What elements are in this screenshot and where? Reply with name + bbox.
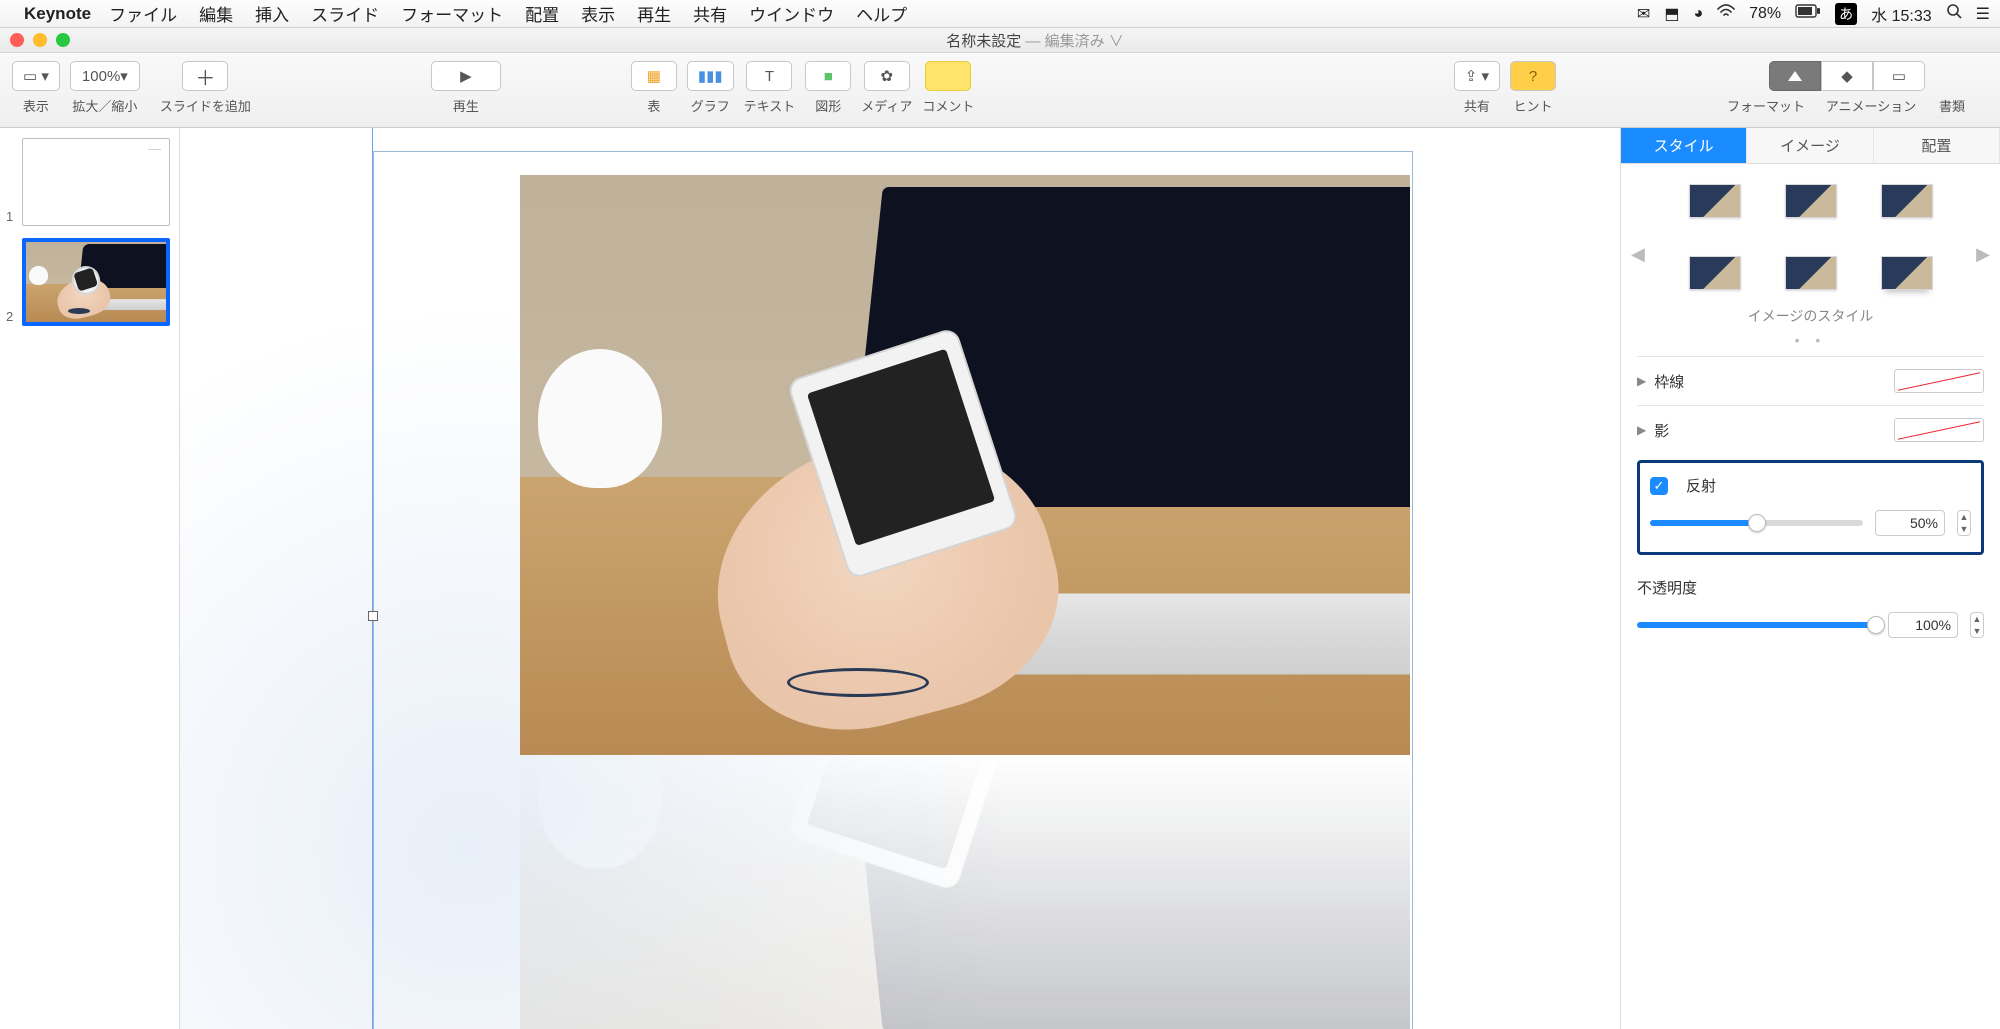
- zoom-button[interactable]: 100% ▾: [70, 61, 140, 91]
- menu-help[interactable]: ヘルプ: [856, 1, 907, 26]
- inspector-tab-arrange[interactable]: 配置: [1874, 128, 2000, 163]
- menu-play[interactable]: 再生: [637, 1, 671, 26]
- share-button[interactable]: ⇪ ▾: [1454, 61, 1500, 91]
- menu-arrange[interactable]: 配置: [525, 1, 559, 26]
- reflection-section-highlight: ✓ 反射 50% ▲▼: [1637, 460, 1984, 555]
- border-none-swatch[interactable]: [1894, 369, 1984, 393]
- disclosure-triangle-icon[interactable]: ▶: [1637, 423, 1646, 437]
- menu-slide[interactable]: スライド: [311, 1, 379, 26]
- reflection-stepper[interactable]: ▲▼: [1957, 510, 1971, 536]
- reflection-value-field[interactable]: 50%: [1875, 510, 1945, 536]
- reflection-checkbox[interactable]: ✓: [1650, 477, 1668, 495]
- window-traffic-lights: [10, 33, 70, 47]
- play-button[interactable]: ▶: [431, 61, 501, 91]
- app-name[interactable]: Keynote: [24, 4, 91, 24]
- disclosure-triangle-icon[interactable]: ▶: [1637, 374, 1646, 388]
- slide-canvas[interactable]: [180, 128, 1620, 1029]
- status-app-icon[interactable]: ◕: [1693, 5, 1703, 23]
- inspector-tab-image[interactable]: イメージ: [1747, 128, 1873, 163]
- image-style-picker: ◀ ▶: [1637, 178, 1984, 294]
- media-button[interactable]: ✿: [864, 61, 910, 91]
- window-titlebar: 名称未設定 — 編集済み ∨: [0, 28, 2000, 53]
- status-wifi-icon[interactable]: [1717, 4, 1735, 23]
- window-close-button[interactable]: [10, 33, 24, 47]
- status-dropbox-icon[interactable]: ⬒: [1664, 4, 1679, 24]
- reflection-slider[interactable]: [1650, 520, 1863, 526]
- menu-share[interactable]: 共有: [693, 1, 727, 26]
- shape-button[interactable]: ■: [805, 61, 851, 91]
- menu-view[interactable]: 表示: [581, 1, 615, 26]
- slide-thumbnail[interactable]: 1 ───: [8, 138, 171, 226]
- document-subtitle: — 編集済み ∨: [1025, 33, 1123, 50]
- comment-button[interactable]: [925, 61, 971, 91]
- menu-edit[interactable]: 編集: [199, 1, 233, 26]
- menu-window[interactable]: ウインドウ: [749, 1, 834, 26]
- view-button[interactable]: ▭ ▾: [12, 61, 60, 91]
- image-style-swatch[interactable]: [1785, 256, 1837, 290]
- document-panel-button[interactable]: ▭: [1873, 61, 1925, 91]
- chevron-left-icon[interactable]: ◀: [1631, 244, 1645, 265]
- status-mail-icon[interactable]: ✉: [1637, 4, 1650, 24]
- play-label: 再生: [453, 96, 479, 115]
- animate-panel-button[interactable]: ◆: [1821, 61, 1873, 91]
- status-control-center-icon[interactable]: ☰: [1976, 4, 1990, 24]
- window-zoom-button[interactable]: [56, 33, 70, 47]
- selection-frame[interactable]: [373, 151, 1413, 1029]
- hint-button[interactable]: ?: [1510, 61, 1556, 91]
- window-title[interactable]: 名称未設定 — 編集済み ∨: [70, 30, 2000, 51]
- opacity-stepper[interactable]: ▲▼: [1970, 612, 1984, 638]
- menu-file[interactable]: ファイル: [109, 1, 177, 26]
- status-battery-text: 78%: [1749, 5, 1781, 23]
- slide-thumbnail[interactable]: 2: [8, 238, 171, 326]
- image-style-swatch[interactable]: [1881, 184, 1933, 218]
- format-inspector: スタイル イメージ 配置 ◀ ▶ イメージのスタイル • •: [1620, 128, 2000, 1029]
- opacity-value-field[interactable]: 100%: [1888, 612, 1958, 638]
- menu-format[interactable]: フォーマット: [401, 1, 503, 26]
- document-title: 名称未設定: [946, 33, 1021, 50]
- status-battery-icon[interactable]: [1795, 4, 1821, 23]
- selection-outline: [373, 151, 1413, 1029]
- status-spotlight-icon[interactable]: [1946, 3, 1962, 24]
- shadow-none-swatch[interactable]: [1894, 418, 1984, 442]
- app-window: 名称未設定 — 編集済み ∨ ▭ ▾ 表示 100% ▾ 拡大／縮小 ＋ スライ…: [0, 28, 2000, 1029]
- image-style-swatch[interactable]: [1785, 184, 1837, 218]
- page-dots[interactable]: • •: [1637, 332, 1984, 348]
- image-style-caption: イメージのスタイル: [1637, 306, 1984, 326]
- add-slide-button[interactable]: ＋: [182, 61, 228, 91]
- chevron-right-icon[interactable]: ▶: [1976, 244, 1990, 265]
- image-style-swatch[interactable]: [1689, 256, 1741, 290]
- image-style-swatch[interactable]: [1881, 256, 1933, 290]
- window-minimize-button[interactable]: [33, 33, 47, 47]
- add-slide-label: スライドを追加: [160, 96, 251, 115]
- status-ime[interactable]: あ: [1835, 3, 1857, 25]
- format-panel-button[interactable]: [1769, 61, 1821, 91]
- opacity-label: 不透明度: [1637, 577, 1984, 598]
- inspector-tab-style[interactable]: スタイル: [1621, 128, 1747, 163]
- text-button[interactable]: T: [746, 61, 792, 91]
- image-style-swatch[interactable]: [1689, 184, 1741, 218]
- zoom-label: 拡大／縮小: [72, 96, 137, 115]
- border-section[interactable]: ▶ 枠線: [1637, 369, 1984, 393]
- macos-menubar: Keynote ファイル 編集 挿入 スライド フォーマット 配置 表示 再生 …: [0, 0, 2000, 28]
- view-label: 表示: [23, 96, 49, 115]
- reflection-label: 反射: [1686, 475, 1971, 496]
- shadow-section[interactable]: ▶ 影: [1637, 418, 1984, 442]
- opacity-slider[interactable]: [1637, 622, 1876, 628]
- chart-button[interactable]: ▮▮▮: [687, 61, 734, 91]
- slide-navigator[interactable]: 1 ─── 2: [0, 128, 180, 1029]
- resize-handle-left[interactable]: [368, 611, 378, 621]
- table-button[interactable]: ▦: [631, 61, 677, 91]
- app-toolbar: ▭ ▾ 表示 100% ▾ 拡大／縮小 ＋ スライドを追加 ▶ 再生 ▦表 ▮▮…: [0, 53, 2000, 128]
- status-clock[interactable]: 水 15:33: [1871, 2, 1932, 26]
- menu-insert[interactable]: 挿入: [255, 1, 289, 26]
